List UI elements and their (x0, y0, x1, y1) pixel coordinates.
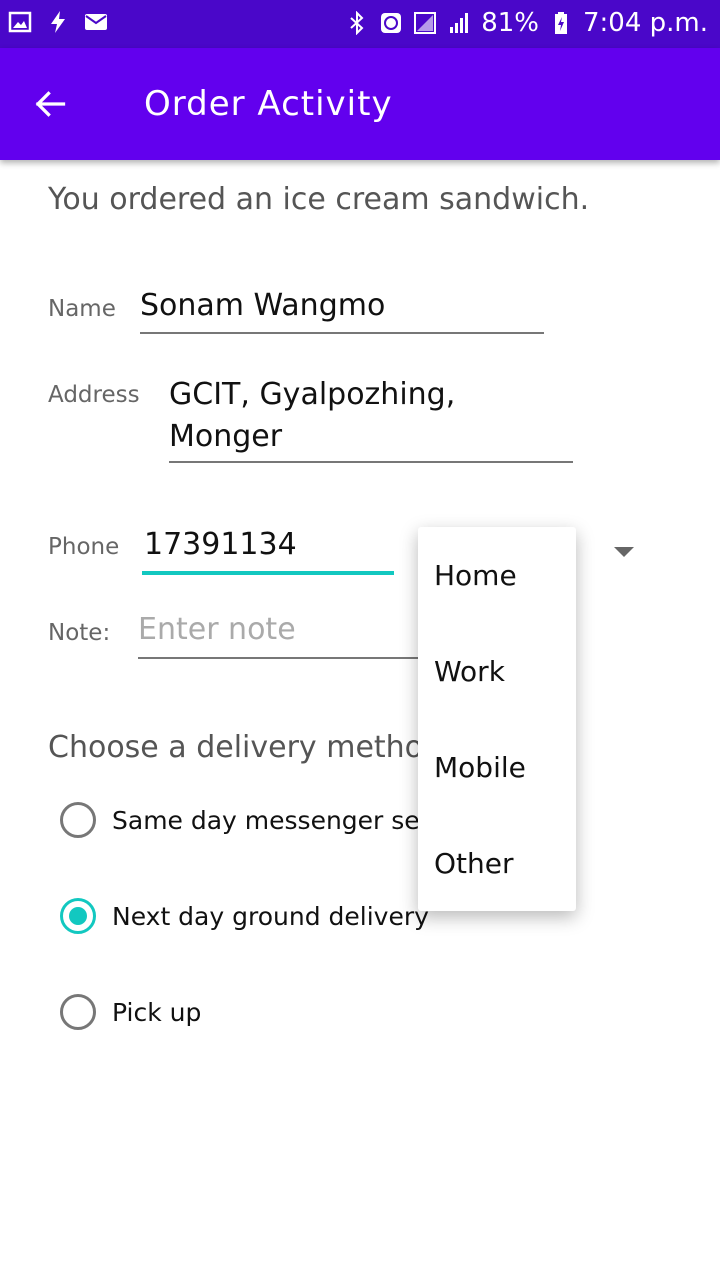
phone-input[interactable]: 17391134 (144, 527, 297, 562)
back-button[interactable] (24, 78, 76, 130)
note-underline (138, 657, 422, 659)
bluetooth-icon (350, 11, 364, 35)
clock: 7:04 p.m. (582, 8, 708, 38)
dropdown-item-other[interactable]: Other (418, 815, 576, 911)
gallery-icon (8, 11, 32, 33)
name-label: Name (48, 296, 116, 322)
phone-type-dropdown: Home Work Mobile Other (418, 527, 576, 911)
radio-pick-up[interactable] (60, 994, 96, 1030)
note-label: Note: (48, 620, 111, 646)
radio-pick-up-label[interactable]: Pick up (112, 998, 201, 1027)
order-message: You ordered an ice cream sandwich. (48, 182, 590, 217)
address-input[interactable]: GCIT, Gyalpozhing, Monger (169, 374, 455, 458)
radio-next-day[interactable] (60, 898, 96, 934)
signal-icon (450, 13, 469, 33)
flash-icon (51, 11, 65, 33)
battery-charging-icon (554, 12, 567, 34)
address-label: Address (48, 382, 140, 408)
phone-label: Phone (48, 534, 120, 560)
note-input[interactable]: Enter note (138, 612, 296, 647)
notification-icons (8, 10, 108, 34)
name-input[interactable]: Sonam Wangmo (140, 288, 385, 323)
radio-next-day-label[interactable]: Next day ground delivery (112, 902, 429, 931)
address-line-2: Monger (169, 419, 283, 454)
dropdown-item-mobile[interactable]: Mobile (418, 719, 576, 815)
address-underline (169, 461, 573, 463)
no-signal-sim-icon (414, 12, 437, 34)
radio-same-day[interactable] (60, 802, 96, 838)
back-arrow-icon (35, 91, 66, 117)
dropdown-item-home[interactable]: Home (418, 527, 576, 623)
system-indicators: 81% 7:04 p.m. (345, 8, 708, 38)
delivery-title: Choose a delivery method: (48, 730, 453, 765)
data-saver-icon (381, 13, 402, 33)
name-underline (140, 332, 544, 334)
status-bar: 81% 7:04 p.m. (0, 0, 720, 48)
phone-type-spinner-arrow-icon[interactable] (614, 547, 634, 557)
app-bar: Order Activity (0, 48, 720, 160)
mail-icon (85, 14, 107, 30)
battery-percent: 81% (481, 8, 539, 38)
dropdown-item-work[interactable]: Work (418, 623, 576, 719)
page-title: Order Activity (144, 84, 393, 124)
phone-underline-focused (142, 571, 394, 575)
address-line-1: GCIT, Gyalpozhing, (169, 377, 456, 412)
